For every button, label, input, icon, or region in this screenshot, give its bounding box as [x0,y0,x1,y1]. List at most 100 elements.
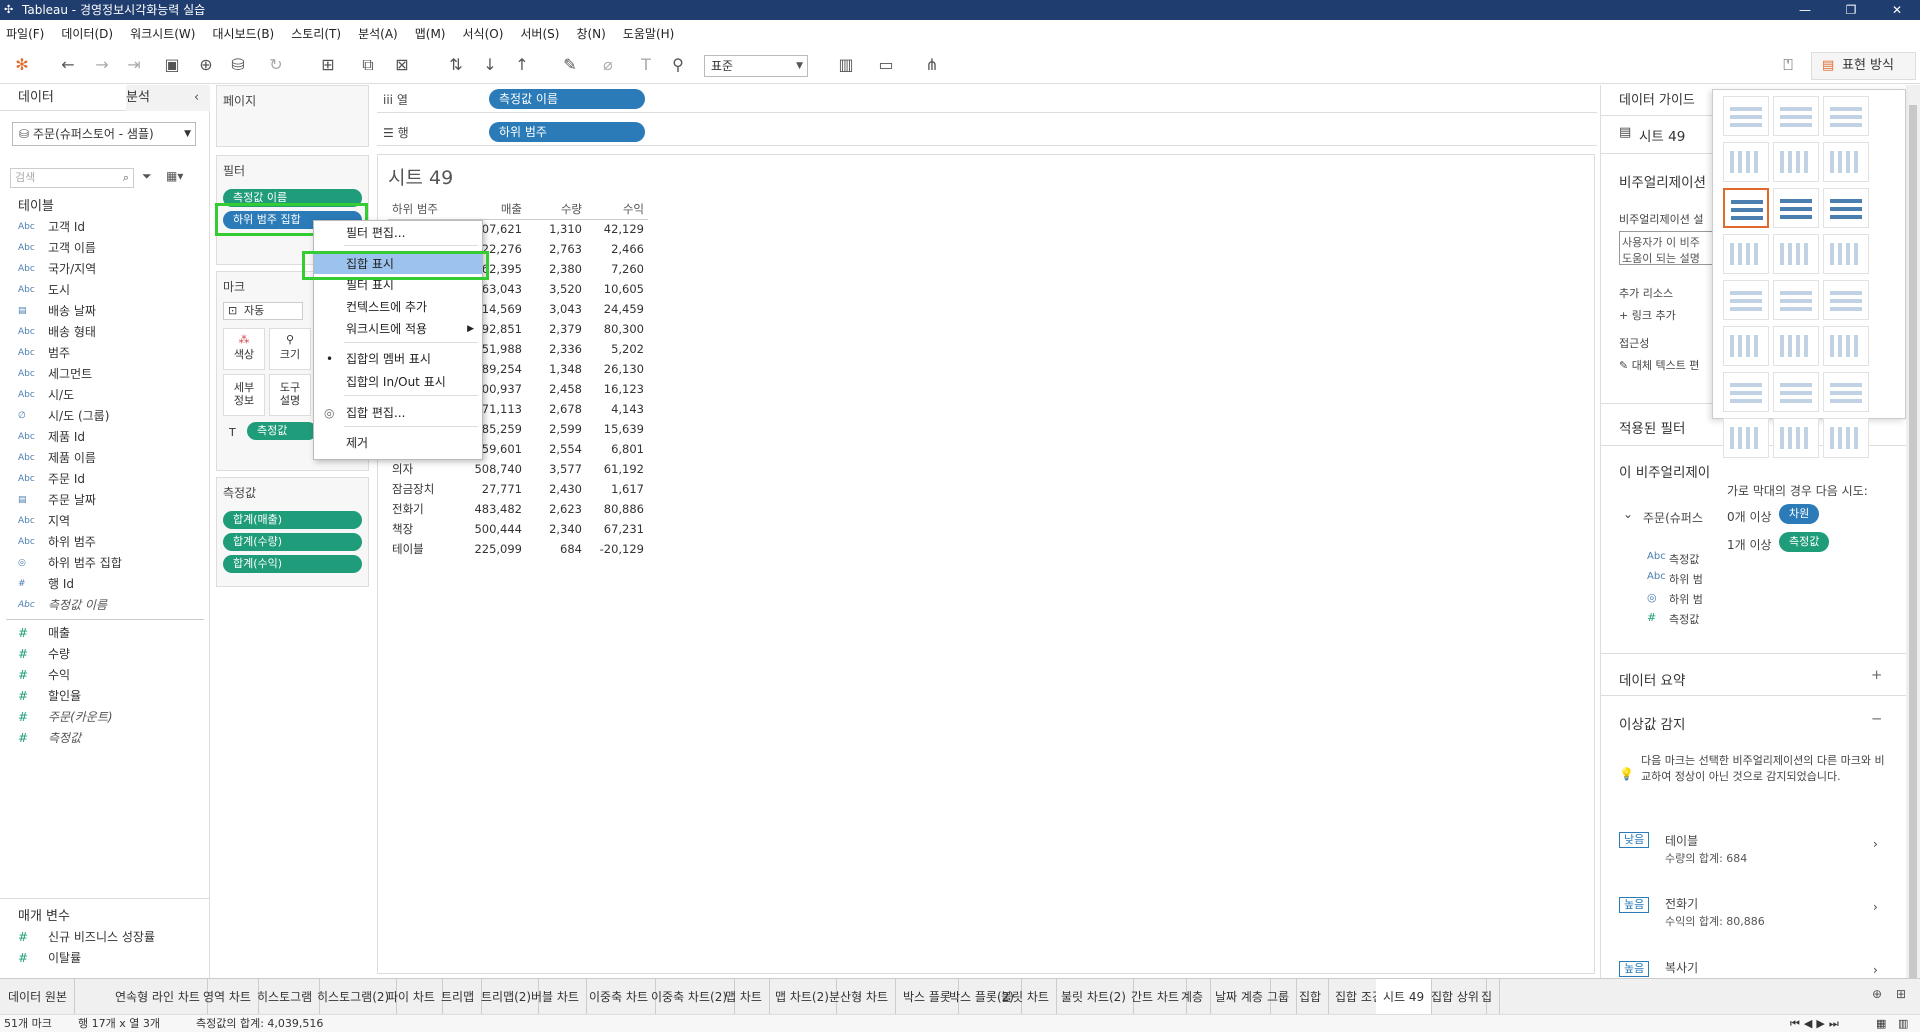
table-cell[interactable]: 3,520 [526,279,586,299]
duplicate-icon[interactable]: ⧉ [356,53,380,77]
table-cell[interactable]: 16,123 [586,379,648,399]
table-cell[interactable]: 2,458 [526,379,586,399]
sheet-tab[interactable]: 데이터 원본 [0,979,76,1015]
menu-item-show-inout[interactable]: 집합의 In/Out 표시 [314,372,482,392]
filter-icon[interactable]: ⏷ [142,169,152,184]
chart-type-thumbnail[interactable] [1823,280,1869,320]
field-item[interactable]: ▤ 배송 날짜 [0,301,210,322]
tab-data[interactable]: 데이터 [18,85,54,111]
table-cell[interactable]: 26,130 [586,359,648,379]
collapse-minus-icon[interactable]: − [1871,711,1882,727]
table-cell[interactable]: 500,444 [458,519,526,539]
detail-button[interactable]: 세부 정보 [223,374,265,416]
table-cell[interactable]: 1,617 [586,479,648,499]
table-cell[interactable]: 67,231 [586,519,648,539]
field-item[interactable]: Abc 주문 Id [0,469,210,490]
table-cell[interactable]: 2,379 [526,319,586,339]
refresh-icon[interactable]: ↻ [264,53,288,77]
sheet-tab[interactable]: 맵 차트 [718,979,770,1015]
field-item[interactable]: Abc 지역 [0,511,210,532]
table-cell[interactable]: 2,623 [526,499,586,519]
field-item[interactable]: Abc 고객 이름 [0,238,210,259]
field-item[interactable]: # 수량 [0,644,210,665]
field-item[interactable]: Abc 국가/지역 [0,259,210,280]
menu-story[interactable]: 스토리(T) [291,25,341,42]
table-cell[interactable]: 2,466 [586,239,648,259]
table-cell[interactable]: 2,340 [526,519,586,539]
menu-map[interactable]: 맵(M) [415,25,446,42]
table-cell[interactable]: 10,605 [586,279,648,299]
table-cell[interactable]: 483,482 [458,499,526,519]
collapse-icon[interactable]: ‹ [194,85,199,111]
chevron-right-icon[interactable]: › [1873,963,1878,977]
menu-item-edit-filter[interactable]: 필터 편집... [314,223,482,243]
labels-icon[interactable]: T [634,53,658,77]
menu-item-edit-set[interactable]: ◎ 집합 편집... [314,403,482,423]
chart-type-thumbnail[interactable] [1823,234,1869,274]
sheet-tab[interactable]: 버블 차트 [524,979,587,1015]
chevron-right-icon[interactable]: › [1873,900,1878,914]
table-cell[interactable]: 225,099 [458,539,526,559]
viz-description-input[interactable]: 사용자가 이 비주 도움이 되는 설명 [1619,231,1719,265]
field-item[interactable]: # 주문(카운트) [0,707,210,728]
redo-icon[interactable]: → [90,53,114,77]
table-cell[interactable]: 2,599 [526,419,586,439]
sheet-tab[interactable]: 집 [1474,979,1501,1015]
menu-window[interactable]: 창(N) [576,25,605,42]
table-cell[interactable]: 1,348 [526,359,586,379]
field-item[interactable]: Abc 제품 이름 [0,448,210,469]
table-cell[interactable]: 15,639 [586,419,648,439]
tableau-home-icon[interactable]: ✻ [10,53,34,77]
restore-icon[interactable]: ❐ [1828,0,1874,20]
table-cell[interactable]: 3,043 [526,299,586,319]
new-dashboard-icon[interactable]: ⊞ [1896,987,1906,1001]
table-cell[interactable]: 책장 [388,519,458,539]
table-cell[interactable]: 2,678 [526,399,586,419]
table-cell[interactable]: 6,801 [586,439,648,459]
chart-type-thumbnail[interactable] [1723,418,1769,458]
sheet-tab[interactable]: 불릿 차트(2) [1054,979,1134,1015]
menu-data[interactable]: 데이터(D) [61,25,113,42]
expand-plus-icon[interactable]: + [1871,667,1882,683]
chart-type-thumbnail[interactable] [1773,418,1819,458]
view-options-icon[interactable]: ▦▾ [166,169,183,183]
close-icon[interactable]: ✕ [1874,0,1920,20]
chart-type-thumbnail[interactable] [1773,188,1819,228]
new-datasource-icon[interactable]: ⊕ [194,53,218,77]
field-item[interactable]: Abc 배송 형태 [0,322,210,343]
rows-shelf[interactable]: ☰ 행 하위 범주 [377,118,1597,146]
field-item[interactable]: Abc 도시 [0,280,210,301]
table-cell[interactable]: 27,771 [458,479,526,499]
field-item[interactable]: Abc 범주 [0,343,210,364]
table-cell[interactable]: 2,554 [526,439,586,459]
film-strip-icon[interactable]: ▥ [1898,1015,1908,1032]
table-cell[interactable]: 3,577 [526,459,586,479]
menu-file[interactable]: 파일(F) [6,25,44,42]
table-cell[interactable]: 의자 [388,459,458,479]
field-item[interactable]: Abc 제품 Id [0,427,210,448]
mark-type-select[interactable]: ⊡ 자동 [223,302,303,320]
table-cell[interactable]: 테이블 [388,539,458,559]
save-icon[interactable]: ▣ [160,53,184,77]
sheet-tab[interactable]: 분산형 차트 [822,979,897,1015]
column-header[interactable]: 수익 [586,199,648,220]
table-cell[interactable]: 80,886 [586,499,648,519]
chart-type-thumbnail[interactable] [1823,142,1869,182]
fix-axes-icon[interactable]: ⚲ [666,53,690,77]
chart-type-thumbnail[interactable] [1773,372,1819,412]
presentation-icon[interactable]: ▭ [874,53,898,77]
new-sheet-icon[interactable]: ⊕ [1872,987,1882,1001]
column-header[interactable]: 매출 [458,199,526,220]
alt-text-button[interactable]: ✎ 대체 텍스트 편 [1619,357,1699,373]
chart-type-thumbnail[interactable] [1773,280,1819,320]
field-item[interactable]: ▤ 주문 날짜 [0,490,210,511]
sort-asc-icon[interactable]: ↓ [478,53,502,77]
table-cell[interactable]: 42,129 [586,219,648,239]
chart-type-thumbnail[interactable] [1723,372,1769,412]
datasource-select[interactable]: ⛁ 주문(슈퍼스토어 - 샘플) ▼ [12,122,196,146]
field-item[interactable]: # 측정값 [0,728,210,749]
rows-pill[interactable]: 하위 범주 [489,122,645,142]
chart-type-thumbnail[interactable] [1723,188,1769,228]
group-icon[interactable]: ⌀ [596,53,620,77]
tab-navigation-icon[interactable]: ⏮◀▶⏭ [1790,1015,1843,1032]
